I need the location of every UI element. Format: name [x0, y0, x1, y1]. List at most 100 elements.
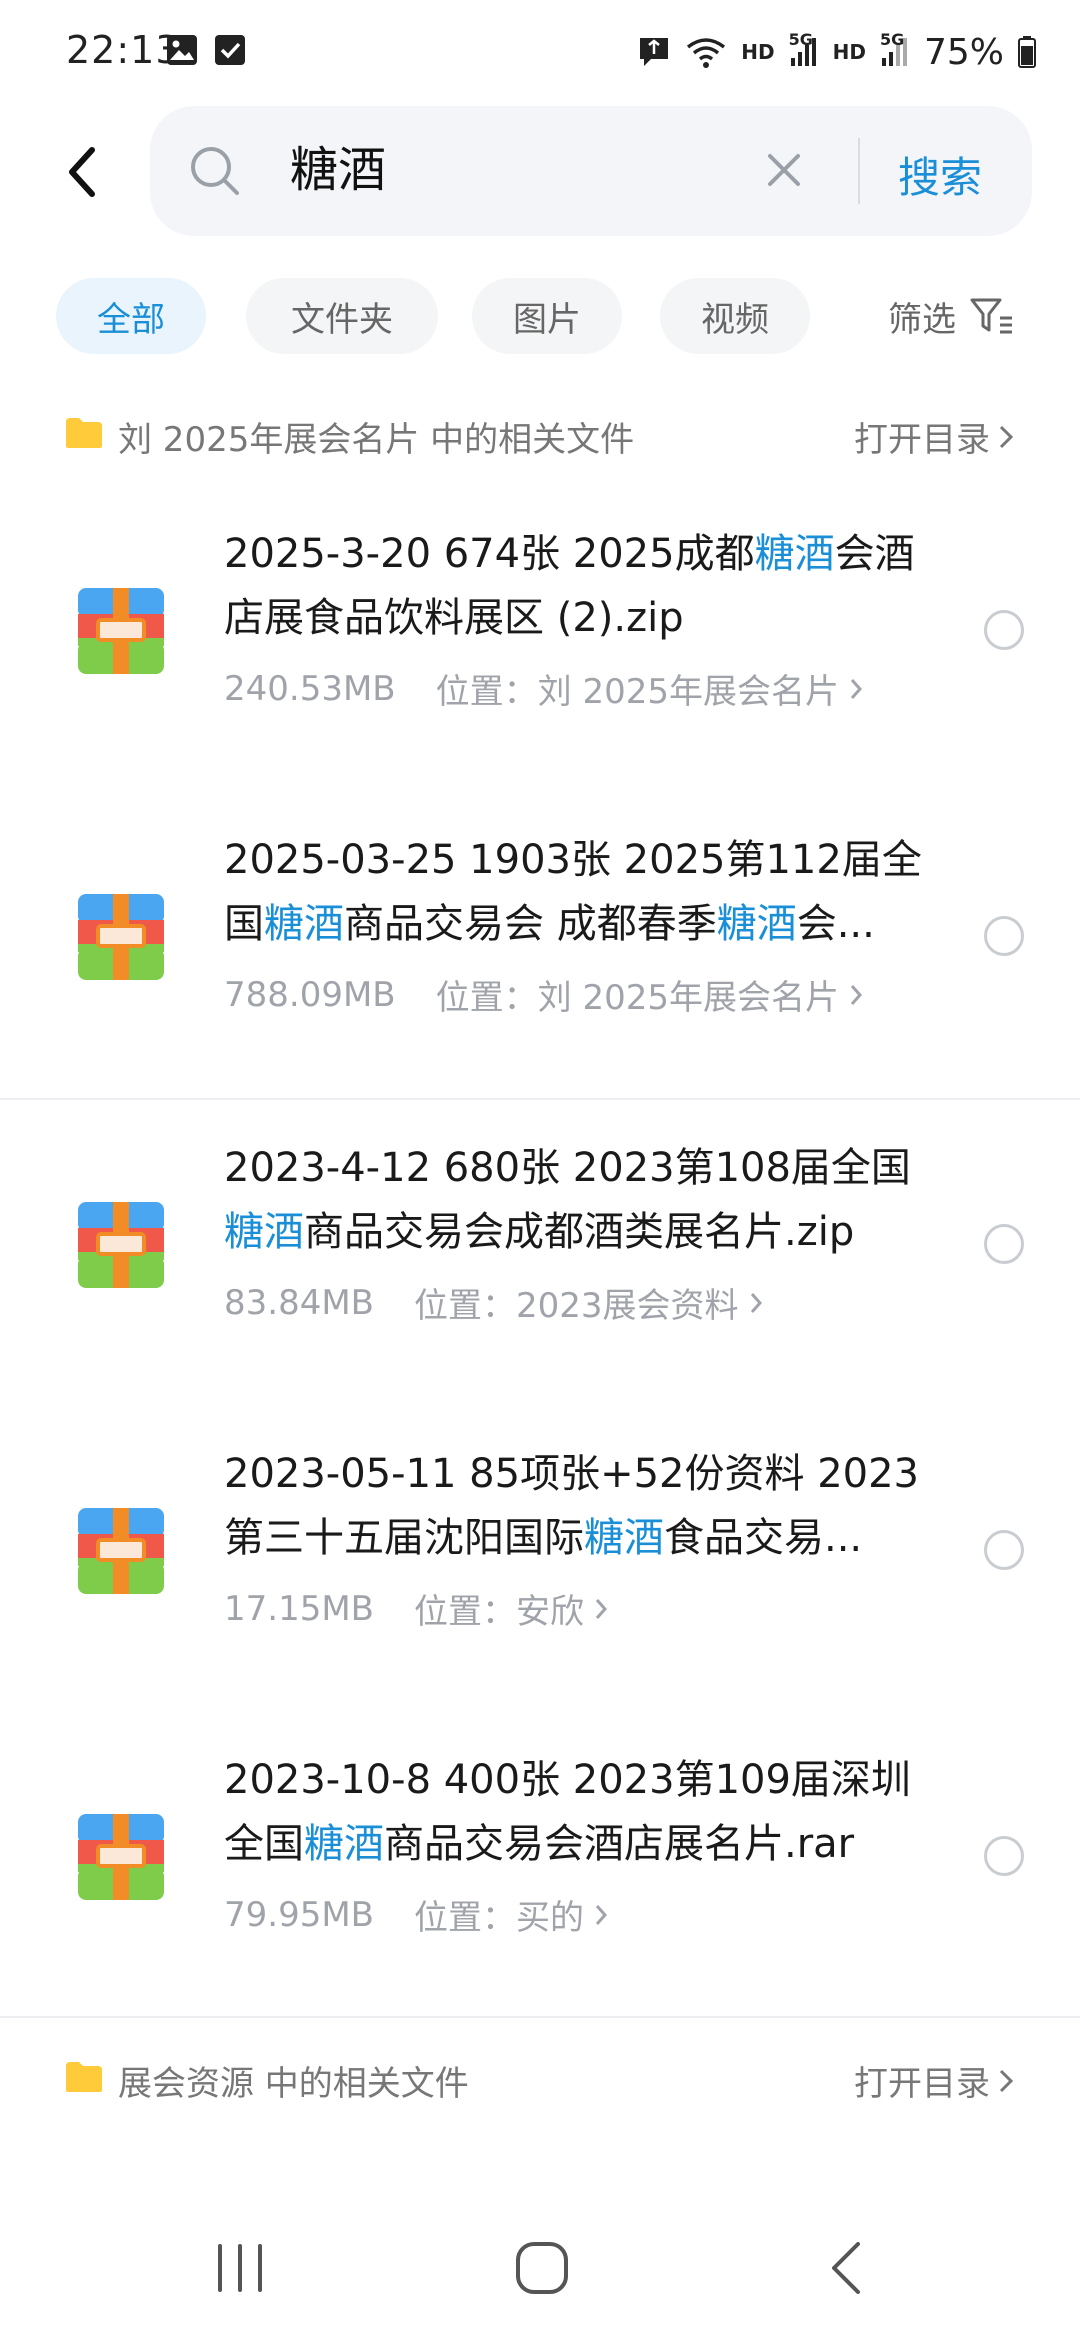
group-header: 刘 2025年展会名片 中的相关文件 打开目录: [0, 396, 1080, 476]
battery-icon: [1018, 36, 1036, 68]
file-size: 83.84MB: [224, 1282, 374, 1323]
archive-file-icon: [78, 894, 164, 980]
search-box[interactable]: 糖酒 搜索: [150, 106, 1032, 236]
file-name: 2025-3-20 674张 2025成都糖酒会酒店展食品饮料展区 (2).zi…: [224, 522, 944, 650]
file-meta: 17.15MB 位置：安欣: [224, 1584, 608, 1633]
file-meta: 83.84MB 位置：2023展会资料: [224, 1278, 763, 1327]
filter-icon: [970, 298, 1012, 334]
filter-button[interactable]: 筛选: [888, 278, 1014, 354]
chevron-right-icon: [595, 1904, 608, 1925]
chevron-right-icon: [999, 425, 1014, 448]
file-location-link[interactable]: 位置：刘 2025年展会名片: [436, 970, 863, 1019]
filter-label: 筛选: [888, 299, 956, 340]
chevron-right-icon: [750, 1292, 762, 1313]
signal-type-2: 5G: [879, 30, 905, 49]
file-name-highlight: 糖酒: [754, 531, 835, 577]
file-location-link[interactable]: 位置：安欣: [414, 1584, 608, 1633]
select-radio[interactable]: [984, 916, 1024, 956]
search-input[interactable]: 糖酒: [290, 138, 386, 202]
recent-apps-icon[interactable]: [212, 2240, 268, 2296]
file-list-item[interactable]: 2023-4-12 680张 2023第108届全国糖酒商品交易会成都酒类展名片…: [0, 1106, 1080, 1412]
open-directory-button[interactable]: 打开目录: [854, 2056, 1014, 2105]
file-name-highlight: 糖酒: [264, 901, 344, 947]
select-radio[interactable]: [984, 1836, 1024, 1876]
file-list-item[interactable]: 2025-3-20 674张 2025成都糖酒会酒店展食品饮料展区 (2).zi…: [0, 492, 1080, 798]
system-nav-bar: [0, 2200, 1080, 2340]
file-name: 2023-10-8 400张 2023第109届深圳全国糖酒商品交易会酒店展名片…: [224, 1748, 944, 1876]
archive-file-icon: [78, 1508, 164, 1594]
wifi-icon: [687, 38, 726, 68]
checkbox-icon: [215, 35, 245, 65]
file-location: 位置：刘 2025年展会名片: [435, 978, 839, 1018]
search-row: 糖酒 搜索: [0, 100, 1080, 240]
archive-file-icon: [78, 1814, 164, 1900]
open-directory-label: 打开目录: [854, 420, 990, 460]
file-name: 2023-05-11 85项张+52份资料 2023第三十五届沈阳国际糖酒食品交…: [224, 1442, 944, 1570]
file-name-highlight: 糖酒: [304, 1821, 384, 1867]
file-name-text: 食品交易...: [664, 1515, 863, 1561]
tab-images[interactable]: 图片: [472, 278, 622, 354]
chevron-right-icon: [850, 678, 862, 699]
group-title: 展会资源 中的相关文件: [118, 2064, 469, 2104]
file-location: 位置：刘 2025年展会名片: [435, 672, 839, 712]
group-header-2: 展会资源 中的相关文件 打开目录: [0, 2040, 1080, 2120]
tab-folders[interactable]: 文件夹: [246, 278, 438, 354]
search-divider: [858, 138, 860, 204]
battery-level: 75%: [923, 31, 1004, 73]
chevron-right-icon: [850, 984, 862, 1005]
file-location: 位置：安欣: [414, 1592, 584, 1632]
status-bar: 22:13 HD 5G HD 5G 75%: [0, 0, 1080, 100]
open-directory-label: 打开目录: [854, 2064, 990, 2104]
select-radio[interactable]: [984, 610, 1024, 650]
file-location-link[interactable]: 位置：刘 2025年展会名片: [436, 664, 863, 713]
hd-label: HD: [741, 40, 775, 64]
clear-icon[interactable]: [762, 148, 806, 192]
file-size: 788.09MB: [224, 974, 396, 1015]
back-arrow-icon[interactable]: [60, 142, 104, 202]
file-list-item[interactable]: 2023-05-11 85项张+52份资料 2023第三十五届沈阳国际糖酒食品交…: [0, 1412, 1080, 1718]
tab-all[interactable]: 全部: [56, 278, 206, 354]
status-right-group: HD 5G HD 5G 75%: [637, 30, 1036, 74]
chevron-right-icon: [595, 1598, 608, 1619]
file-name: 2023-4-12 680张 2023第108届全国糖酒商品交易会成都酒类展名片…: [224, 1136, 944, 1264]
file-list-item[interactable]: 2023-10-8 400张 2023第109届深圳全国糖酒商品交易会酒店展名片…: [0, 1718, 1080, 2024]
home-icon[interactable]: [514, 2240, 570, 2296]
file-name-text: 2025-3-20 674张 2025成都: [224, 531, 755, 577]
notification-icon: [640, 38, 669, 66]
section-divider: [0, 1098, 1080, 1100]
file-list-item[interactable]: 2025-03-25 1903张 2025第112届全国糖酒商品交易会 成都春季…: [0, 798, 1080, 1104]
select-radio[interactable]: [984, 1224, 1024, 1264]
file-name-highlight: 糖酒: [716, 901, 797, 947]
select-radio[interactable]: [984, 1530, 1024, 1570]
gallery-icon: [167, 35, 197, 65]
section-divider: [0, 2016, 1080, 2018]
file-name-text: 会...: [796, 901, 875, 947]
group-title: 刘 2025年展会名片 中的相关文件: [118, 420, 635, 460]
file-size: 79.95MB: [224, 1894, 374, 1935]
file-location-link[interactable]: 位置：买的: [414, 1890, 608, 1939]
file-location: 位置：买的: [414, 1898, 584, 1938]
archive-file-icon: [78, 588, 164, 674]
file-location-link[interactable]: 位置：2023展会资料: [414, 1278, 763, 1327]
signal-icon-2: 5G: [880, 30, 910, 68]
file-name-text: 2023-4-12 680张 2023第108届全国: [224, 1145, 911, 1191]
file-size: 240.53MB: [224, 668, 396, 709]
open-directory-button[interactable]: 打开目录: [854, 412, 1014, 461]
archive-file-icon: [78, 1202, 164, 1288]
status-time: 22:13: [66, 28, 181, 72]
signal-icon: 5G: [789, 30, 819, 68]
file-meta: 788.09MB 位置：刘 2025年展会名片: [224, 970, 863, 1019]
file-location: 位置：2023展会资料: [414, 1286, 739, 1326]
file-name-highlight: 糖酒: [224, 1209, 304, 1255]
signal-type: 5G: [788, 30, 813, 49]
hd-label-2: HD: [832, 40, 866, 64]
file-name-text: 商品交易会酒店展名片.rar: [384, 1821, 855, 1867]
back-icon[interactable]: [826, 2240, 866, 2296]
file-name-text: 商品交易会 成都春季: [344, 901, 717, 947]
search-button[interactable]: 搜索: [898, 144, 982, 205]
chevron-right-icon: [999, 2069, 1014, 2092]
file-meta: 240.53MB 位置：刘 2025年展会名片: [224, 664, 863, 713]
file-name: 2025-03-25 1903张 2025第112届全国糖酒商品交易会 成都春季…: [224, 828, 944, 956]
search-icon: [191, 147, 239, 195]
tab-videos[interactable]: 视频: [660, 278, 810, 354]
